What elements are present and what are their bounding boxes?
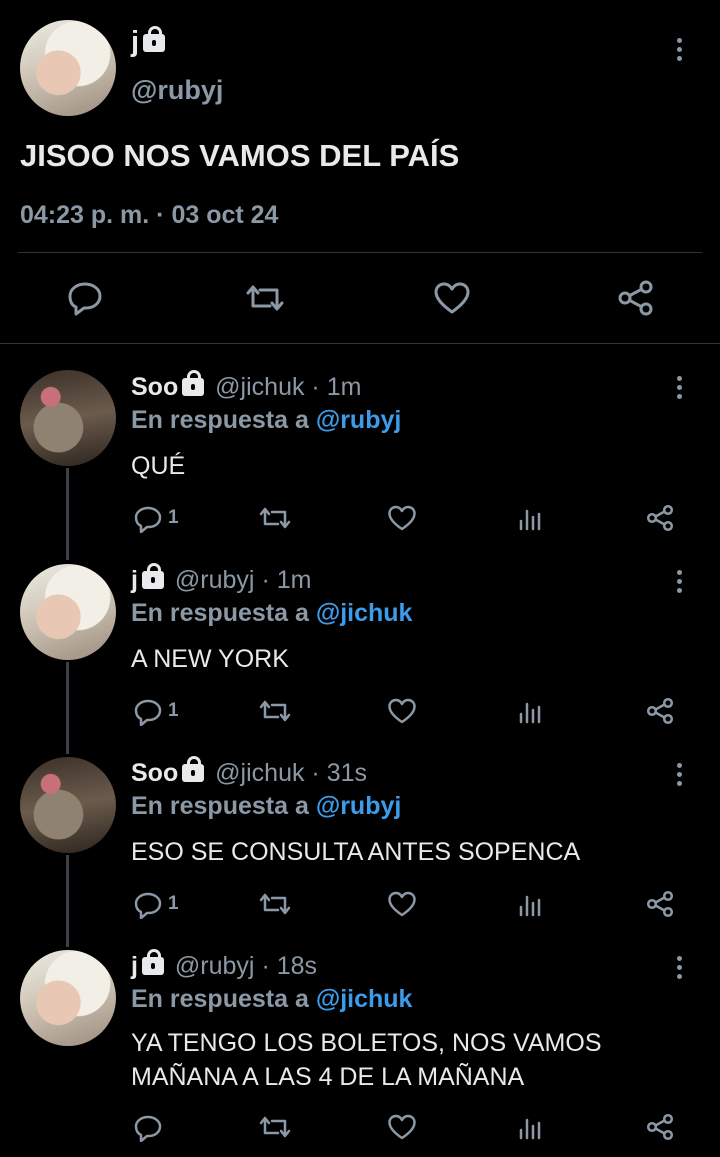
- share-icon[interactable]: [645, 503, 675, 533]
- views-icon[interactable]: [518, 891, 544, 917]
- author-name[interactable]: Soo: [131, 373, 178, 401]
- thread-line: [66, 662, 69, 754]
- lock-icon: [182, 370, 205, 396]
- tweet-text: QUÉ: [131, 452, 186, 480]
- retweet-icon[interactable]: [258, 1114, 292, 1140]
- tweet-timestamp[interactable]: 04:23 p. m. · 03 oct 24: [20, 201, 278, 230]
- reply-context: En respuesta a @jichuk: [131, 599, 412, 628]
- author-handle[interactable]: @rubyj: [175, 952, 255, 980]
- author-handle[interactable]: @rubyj: [175, 566, 255, 594]
- tweet-text: ESO SE CONSULTA ANTES SOPENCA: [131, 838, 581, 866]
- avatar[interactable]: [20, 20, 116, 116]
- views-icon[interactable]: [518, 1114, 544, 1140]
- reply-time: · 31s: [311, 759, 368, 787]
- reply-prefix: En respuesta a: [131, 406, 316, 434]
- reply-icon[interactable]: [66, 280, 104, 316]
- reply-icon[interactable]: [133, 698, 163, 726]
- avatar[interactable]: [20, 564, 116, 660]
- mention-link[interactable]: @rubyj: [316, 792, 402, 820]
- reply-prefix: En respuesta a: [131, 792, 316, 820]
- author-name-text: j: [131, 26, 140, 58]
- avatar[interactable]: [20, 950, 116, 1046]
- mention-link[interactable]: @jichuk: [316, 599, 413, 627]
- more-icon[interactable]: [677, 376, 683, 402]
- heart-icon[interactable]: [387, 1113, 417, 1141]
- share-icon[interactable]: [645, 696, 675, 726]
- avatar[interactable]: [20, 370, 116, 466]
- views-icon[interactable]: [518, 505, 544, 531]
- share-icon[interactable]: [616, 278, 656, 318]
- reply-header: j @rubyj · 18s: [131, 949, 318, 981]
- author-name[interactable]: j: [131, 566, 138, 594]
- lock-icon: [141, 949, 164, 975]
- reply-context: En respuesta a @rubyj: [131, 792, 401, 821]
- share-icon[interactable]: [645, 889, 675, 919]
- retweet-icon[interactable]: [258, 505, 292, 531]
- retweet-icon[interactable]: [244, 282, 286, 314]
- divider: [18, 252, 702, 253]
- tweet-text: YA TENGO LOS BOLETOS, NOS VAMOS MAÑANA A…: [131, 1029, 602, 1091]
- author-handle[interactable]: @rubyj: [131, 75, 223, 106]
- views-icon[interactable]: [518, 698, 544, 724]
- author-name[interactable]: j: [131, 952, 138, 980]
- heart-icon[interactable]: [387, 697, 417, 725]
- reply-time: · 1m: [311, 373, 362, 401]
- reply-icon[interactable]: [133, 1114, 163, 1142]
- reply-header: Soo @jichuk · 1m: [131, 370, 362, 402]
- lock-icon: [182, 756, 205, 782]
- heart-icon[interactable]: [433, 281, 471, 315]
- reply-icon[interactable]: [133, 891, 163, 919]
- author-handle[interactable]: @jichuk: [215, 759, 304, 787]
- author-name[interactable]: j: [131, 26, 166, 59]
- mention-link[interactable]: @jichuk: [316, 985, 413, 1013]
- reply-context: En respuesta a @rubyj: [131, 406, 401, 435]
- author-handle[interactable]: @jichuk: [215, 373, 304, 401]
- reply-prefix: En respuesta a: [131, 985, 316, 1013]
- lock-icon: [143, 26, 166, 52]
- heart-icon[interactable]: [387, 504, 417, 532]
- retweet-icon[interactable]: [258, 891, 292, 917]
- more-icon[interactable]: [677, 38, 683, 64]
- reply-count: 1: [168, 507, 179, 528]
- reply-header: j @rubyj · 1m: [131, 563, 312, 595]
- tweet-text: JISOO NOS VAMOS DEL PAÍS: [20, 138, 460, 173]
- share-icon[interactable]: [645, 1112, 675, 1142]
- divider: [0, 343, 720, 344]
- reply-context: En respuesta a @jichuk: [131, 985, 412, 1014]
- retweet-icon[interactable]: [258, 698, 292, 724]
- thread-line: [66, 468, 69, 560]
- reply-header: Soo @jichuk · 31s: [131, 756, 368, 788]
- more-icon[interactable]: [677, 763, 683, 789]
- heart-icon[interactable]: [387, 890, 417, 918]
- thread-line: [66, 855, 69, 947]
- avatar[interactable]: [20, 757, 116, 853]
- reply-icon[interactable]: [133, 505, 163, 533]
- mention-link[interactable]: @rubyj: [316, 406, 402, 434]
- more-icon[interactable]: [677, 956, 683, 982]
- reply-count: 1: [168, 700, 179, 721]
- tweet-text: A NEW YORK: [131, 645, 289, 673]
- author-name[interactable]: Soo: [131, 759, 178, 787]
- reply-time: · 18s: [261, 952, 318, 980]
- reply-prefix: En respuesta a: [131, 599, 316, 627]
- lock-icon: [141, 563, 164, 589]
- reply-count: 1: [168, 893, 179, 914]
- reply-time: · 1m: [261, 566, 312, 594]
- more-icon[interactable]: [677, 570, 683, 596]
